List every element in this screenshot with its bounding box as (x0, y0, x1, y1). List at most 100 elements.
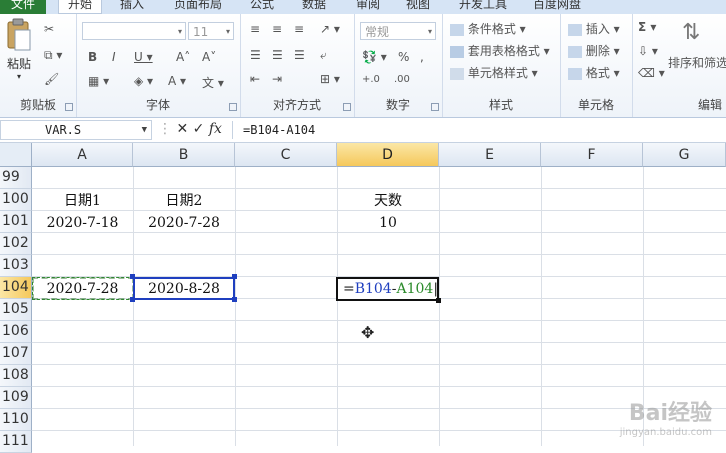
tab-developer[interactable]: 开发工具 (450, 0, 516, 14)
font-color-icon[interactable]: A ▾ (168, 74, 186, 88)
clipboard-launcher-icon[interactable] (65, 103, 73, 111)
conditional-format-button[interactable]: 条件格式 ▾ (450, 20, 526, 37)
merge-center-icon[interactable]: ⊞ ▾ (320, 72, 340, 86)
sort-filter-label[interactable]: 排序和筛选 (668, 54, 726, 71)
font-name-combo[interactable]: ▾ (82, 22, 186, 40)
paste-button[interactable]: 粘贴 ▾ (2, 18, 36, 81)
cell-d101[interactable]: 10 (337, 212, 439, 234)
row-header-111[interactable]: 111 (0, 431, 32, 453)
accounting-icon[interactable]: 💱 ▾ (362, 50, 387, 64)
resize-handle[interactable] (232, 274, 237, 279)
number-launcher-icon[interactable] (431, 103, 439, 111)
tab-page-layout[interactable]: 页面布局 (166, 0, 230, 14)
row-header-103[interactable]: 103 (0, 255, 32, 277)
row-header-100[interactable]: 100 (0, 189, 32, 211)
select-all-corner[interactable] (0, 143, 32, 167)
autosum-icon[interactable]: Σ ▾ (638, 20, 656, 34)
decrease-indent-icon[interactable]: ⇤ (250, 72, 260, 86)
border-icon[interactable]: ▦ ▾ (88, 74, 109, 88)
tab-file[interactable]: 文件 (0, 0, 46, 14)
tab-insert[interactable]: 插入 (110, 0, 154, 14)
tab-review[interactable]: 审阅 (348, 0, 388, 14)
phonetic-icon[interactable]: 文 ▾ (202, 74, 224, 91)
column-header-d[interactable]: D (337, 143, 439, 167)
align-center-icon[interactable]: ☰ (272, 48, 283, 62)
active-cell-d104[interactable]: =B104-A104| (336, 277, 439, 301)
percent-icon[interactable]: % (398, 50, 409, 64)
format-painter-icon[interactable]: 🖌 (44, 72, 59, 86)
italic-icon[interactable]: I (112, 50, 116, 64)
align-right-icon[interactable]: ☰ (294, 48, 305, 62)
column-header-c[interactable]: C (235, 143, 337, 167)
fill-icon[interactable]: ⇩ ▾ (638, 44, 658, 58)
cancel-formula-icon[interactable]: ✕ (176, 121, 188, 137)
name-box[interactable]: VAR.S ▼ (0, 120, 152, 140)
copy-icon[interactable]: ⧉ ▾ (44, 48, 62, 63)
row-header-104[interactable]: 104 (0, 277, 32, 299)
row-header-107[interactable]: 107 (0, 343, 32, 365)
row-header-109[interactable]: 109 (0, 387, 32, 409)
delete-cells-button[interactable]: 删除 ▾ (568, 42, 620, 59)
worksheet-grid[interactable]: A B C D E F G 99 100 101 102 103 104 105… (0, 143, 726, 453)
align-middle-icon[interactable]: ≡ (272, 22, 282, 36)
column-header-b[interactable]: B (133, 143, 235, 167)
format-as-table-button[interactable]: 套用表格格式 ▾ (450, 42, 550, 59)
cell-b100[interactable]: 日期2 (133, 190, 235, 212)
increase-decimal-icon[interactable]: +.0 (362, 74, 380, 85)
row-header-106[interactable]: 106 (0, 321, 32, 343)
resize-handle[interactable] (130, 297, 135, 302)
format-cells-button[interactable]: 格式 ▾ (568, 64, 620, 81)
row-header-99[interactable]: 99 (0, 167, 32, 189)
align-bottom-icon[interactable]: ≡ (294, 22, 304, 36)
row-header-105[interactable]: 105 (0, 299, 32, 321)
row-header-110[interactable]: 110 (0, 409, 32, 431)
enter-formula-icon[interactable]: ✓ (193, 121, 205, 137)
column-header-g[interactable]: G (643, 143, 726, 167)
cell-styles-button[interactable]: 单元格样式 ▾ (450, 64, 538, 81)
number-format-combo[interactable]: 常规 ▾ (360, 22, 436, 40)
underline-icon[interactable]: U ▾ (134, 50, 153, 64)
tab-formulas[interactable]: 公式 (242, 0, 282, 14)
cell-b101[interactable]: 2020-7-28 (133, 212, 235, 234)
comma-icon[interactable]: , (420, 50, 424, 64)
tab-baidu-netdisk[interactable]: 百度网盘 (526, 0, 588, 14)
increase-indent-icon[interactable]: ⇥ (272, 72, 282, 86)
orientation-icon[interactable]: ↗ ▾ (320, 22, 340, 36)
bold-icon[interactable]: B (88, 50, 97, 64)
decrease-decimal-icon[interactable]: .00 (394, 74, 410, 85)
tab-data[interactable]: 数据 (294, 0, 334, 14)
fill-color-icon[interactable]: ◈ ▾ (134, 74, 153, 88)
shrink-font-icon[interactable]: A˅ (202, 50, 216, 64)
row-header-101[interactable]: 101 (0, 211, 32, 233)
cell-d100[interactable]: 天数 (337, 190, 439, 212)
tab-view[interactable]: 视图 (398, 0, 438, 14)
font-launcher-icon[interactable] (229, 103, 237, 111)
insert-function-icon[interactable]: fx (209, 121, 222, 137)
align-left-icon[interactable]: ☰ (250, 48, 261, 62)
resize-handle[interactable] (130, 274, 135, 279)
insert-cells-button[interactable]: 插入 ▾ (568, 20, 620, 37)
row-header-108[interactable]: 108 (0, 365, 32, 387)
name-box-dropdown-icon[interactable]: ▼ (142, 121, 147, 139)
font-size-combo[interactable]: 11 ▾ (188, 22, 234, 40)
align-top-icon[interactable]: ≡ (250, 22, 260, 36)
alignment-launcher-icon[interactable] (343, 103, 351, 111)
resize-handle[interactable] (232, 297, 237, 302)
formula-input[interactable]: =B104-A104 (243, 121, 315, 139)
fill-handle[interactable] (436, 298, 441, 303)
editing-group: Σ ▾ ⇩ ▾ ⌫ ▾ ⇅ 排序和筛选 编辑 (632, 14, 726, 117)
cell-edit-formula[interactable]: =B104-A104| (338, 279, 438, 299)
tab-home[interactable]: 开始 (58, 0, 102, 14)
sort-filter-icon[interactable]: ⇅ (682, 20, 700, 45)
alignment-group: ≡ ≡ ≡ ↗ ▾ ☰ ☰ ☰ ⤶ ⇤ ⇥ ⊞ ▾ 对齐方式 (240, 14, 355, 117)
clear-icon[interactable]: ⌫ ▾ (638, 66, 665, 80)
grow-font-icon[interactable]: A˄ (176, 50, 190, 64)
cut-icon[interactable]: ✂ (44, 22, 54, 36)
column-header-a[interactable]: A (32, 143, 133, 167)
column-header-e[interactable]: E (439, 143, 541, 167)
row-header-102[interactable]: 102 (0, 233, 32, 255)
cell-a101[interactable]: 2020-7-18 (32, 212, 133, 234)
wrap-text-icon[interactable]: ⤶ (320, 48, 327, 63)
column-header-f[interactable]: F (541, 143, 643, 167)
cell-a100[interactable]: 日期1 (32, 190, 133, 212)
